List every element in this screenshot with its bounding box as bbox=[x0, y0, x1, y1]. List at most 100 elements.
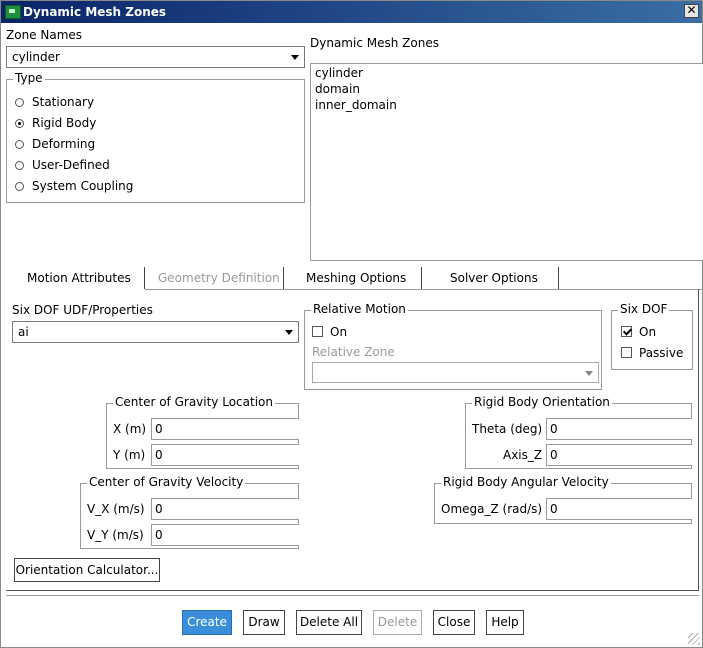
relative-motion-on-checkbox[interactable]: On bbox=[312, 325, 347, 339]
zone-names-value: cylinder bbox=[12, 50, 60, 64]
relative-motion-legend: Relative Motion bbox=[311, 302, 408, 316]
list-item[interactable]: domain bbox=[315, 82, 360, 96]
axis-z-input[interactable]: 0 bbox=[546, 444, 692, 466]
orientation-calculator-button[interactable]: Orientation Calculator... bbox=[14, 558, 160, 582]
cog-y-input[interactable]: 0 bbox=[151, 444, 299, 466]
chevron-down-icon bbox=[283, 326, 295, 338]
tab-panel-right-border bbox=[698, 289, 699, 591]
vy-label: V_Y (m/s) bbox=[87, 528, 144, 542]
delete-all-button[interactable]: Delete All bbox=[296, 610, 362, 635]
rb-angular-velocity-group: Rigid Body Angular Velocity Omega_Z (rad… bbox=[434, 475, 692, 524]
chevron-down-icon bbox=[583, 367, 595, 379]
six-dof-on-checkbox[interactable]: On bbox=[621, 325, 656, 339]
six-dof-legend: Six DOF bbox=[618, 302, 670, 316]
type-group: Type Stationary Rigid Body Deforming Use… bbox=[6, 71, 305, 203]
dynamic-mesh-zones-dialog: Dynamic Mesh Zones ✕ Zone Names cylinder… bbox=[0, 0, 703, 648]
radio-icon bbox=[15, 140, 24, 149]
cog-y-value: 0 bbox=[155, 448, 163, 462]
cog-velocity-legend: Center of Gravity Velocity bbox=[87, 475, 246, 489]
radio-label: Rigid Body bbox=[32, 116, 97, 130]
vy-input[interactable]: 0 bbox=[151, 524, 299, 546]
radio-label: User-Defined bbox=[32, 158, 110, 172]
rb-orientation-group: Rigid Body Orientation Theta (deg) 0 Axi… bbox=[465, 395, 692, 469]
six-dof-passive-checkbox[interactable]: Passive bbox=[621, 346, 683, 360]
help-button[interactable]: Help bbox=[486, 610, 524, 635]
six-dof-udf-dropdown[interactable]: ai bbox=[12, 321, 299, 343]
vx-value: 0 bbox=[155, 502, 163, 516]
radio-icon bbox=[15, 161, 24, 170]
radio-user-defined[interactable]: User-Defined bbox=[15, 158, 110, 172]
vy-value: 0 bbox=[155, 528, 163, 542]
cog-x-value: 0 bbox=[155, 422, 163, 436]
rb-orientation-legend: Rigid Body Orientation bbox=[472, 395, 612, 409]
vx-input[interactable]: 0 bbox=[151, 498, 299, 520]
close-button[interactable]: Close bbox=[433, 610, 475, 635]
cog-x-input[interactable]: 0 bbox=[151, 418, 299, 440]
six-dof-udf-value: ai bbox=[18, 325, 29, 339]
tab-divider bbox=[421, 267, 422, 289]
vx-label: V_X (m/s) bbox=[87, 502, 145, 516]
radio-stationary[interactable]: Stationary bbox=[15, 95, 94, 109]
six-dof-group: Six DOF On Passive bbox=[611, 302, 693, 370]
zone-names-dropdown[interactable]: cylinder bbox=[6, 46, 305, 68]
separator bbox=[6, 595, 699, 596]
close-window-icon[interactable]: ✕ bbox=[684, 4, 699, 18]
chevron-down-icon bbox=[289, 51, 301, 63]
draw-button[interactable]: Draw bbox=[243, 610, 285, 635]
relative-zone-label: Relative Zone bbox=[312, 345, 395, 359]
title-bar[interactable]: Dynamic Mesh Zones ✕ bbox=[1, 1, 702, 23]
radio-deforming[interactable]: Deforming bbox=[15, 137, 95, 151]
theta-input[interactable]: 0 bbox=[546, 418, 692, 440]
y-label: Y (m) bbox=[113, 448, 146, 462]
list-item[interactable]: cylinder bbox=[315, 66, 363, 80]
theta-value: 0 bbox=[550, 422, 558, 436]
tab-panel-bottom-border bbox=[6, 590, 699, 591]
rb-angular-velocity-legend: Rigid Body Angular Velocity bbox=[441, 475, 611, 489]
six-dof-udf-label: Six DOF UDF/Properties bbox=[12, 303, 153, 317]
axis-z-label: Axis_Z bbox=[503, 448, 543, 462]
cog-location-legend: Center of Gravity Location bbox=[113, 395, 275, 409]
tab-divider bbox=[144, 267, 145, 289]
checkbox-label: On bbox=[330, 325, 348, 339]
checkbox-label: Passive bbox=[639, 346, 684, 360]
dynamic-mesh-zones-list[interactable]: cylinder domain inner_domain bbox=[310, 63, 703, 261]
list-item[interactable]: inner_domain bbox=[315, 98, 397, 112]
radio-label: Stationary bbox=[32, 95, 95, 109]
cog-velocity-group: Center of Gravity Velocity V_X (m/s) 0 V… bbox=[80, 475, 299, 549]
omega-z-input[interactable]: 0 bbox=[546, 498, 692, 520]
tab-solver-options[interactable]: Solver Options bbox=[450, 271, 538, 285]
checkbox-icon bbox=[621, 347, 632, 358]
radio-icon bbox=[15, 98, 24, 107]
delete-button[interactable]: Delete bbox=[373, 610, 422, 635]
relative-motion-group: Relative Motion On Relative Zone bbox=[304, 302, 602, 390]
create-button[interactable]: Create bbox=[182, 610, 232, 635]
tab-panel-top-border bbox=[145, 289, 703, 290]
radio-label: System Coupling bbox=[32, 179, 134, 193]
relative-zone-dropdown[interactable] bbox=[312, 362, 599, 383]
radio-rigid-body[interactable]: Rigid Body bbox=[15, 116, 96, 130]
radio-label: Deforming bbox=[32, 137, 96, 151]
cog-location-group: Center of Gravity Location X (m) 0 Y (m)… bbox=[106, 395, 299, 469]
omega-z-value: 0 bbox=[550, 502, 558, 516]
checkbox-icon bbox=[312, 326, 323, 337]
tab-motion-attributes[interactable]: Motion Attributes bbox=[27, 271, 131, 285]
zone-names-label: Zone Names bbox=[6, 28, 83, 42]
axis-z-value: 0 bbox=[550, 448, 558, 462]
theta-label: Theta (deg) bbox=[472, 422, 543, 436]
type-legend: Type bbox=[13, 71, 45, 85]
radio-icon bbox=[15, 182, 24, 191]
omega-z-label: Omega_Z (rad/s) bbox=[441, 502, 543, 516]
dynamic-mesh-zones-label: Dynamic Mesh Zones bbox=[310, 36, 439, 50]
resize-grip-icon[interactable] bbox=[688, 633, 700, 645]
tab-divider bbox=[558, 267, 559, 289]
x-label: X (m) bbox=[113, 422, 147, 436]
checkbox-label: On bbox=[639, 325, 657, 339]
window-title: Dynamic Mesh Zones bbox=[23, 5, 167, 19]
checkbox-checked-icon bbox=[621, 326, 632, 337]
radio-selected-icon bbox=[15, 119, 24, 128]
tab-divider bbox=[283, 267, 284, 289]
radio-system-coupling[interactable]: System Coupling bbox=[15, 179, 133, 193]
app-icon bbox=[5, 5, 21, 19]
tab-geometry-definition[interactable]: Geometry Definition bbox=[158, 271, 280, 285]
tab-meshing-options[interactable]: Meshing Options bbox=[306, 271, 406, 285]
